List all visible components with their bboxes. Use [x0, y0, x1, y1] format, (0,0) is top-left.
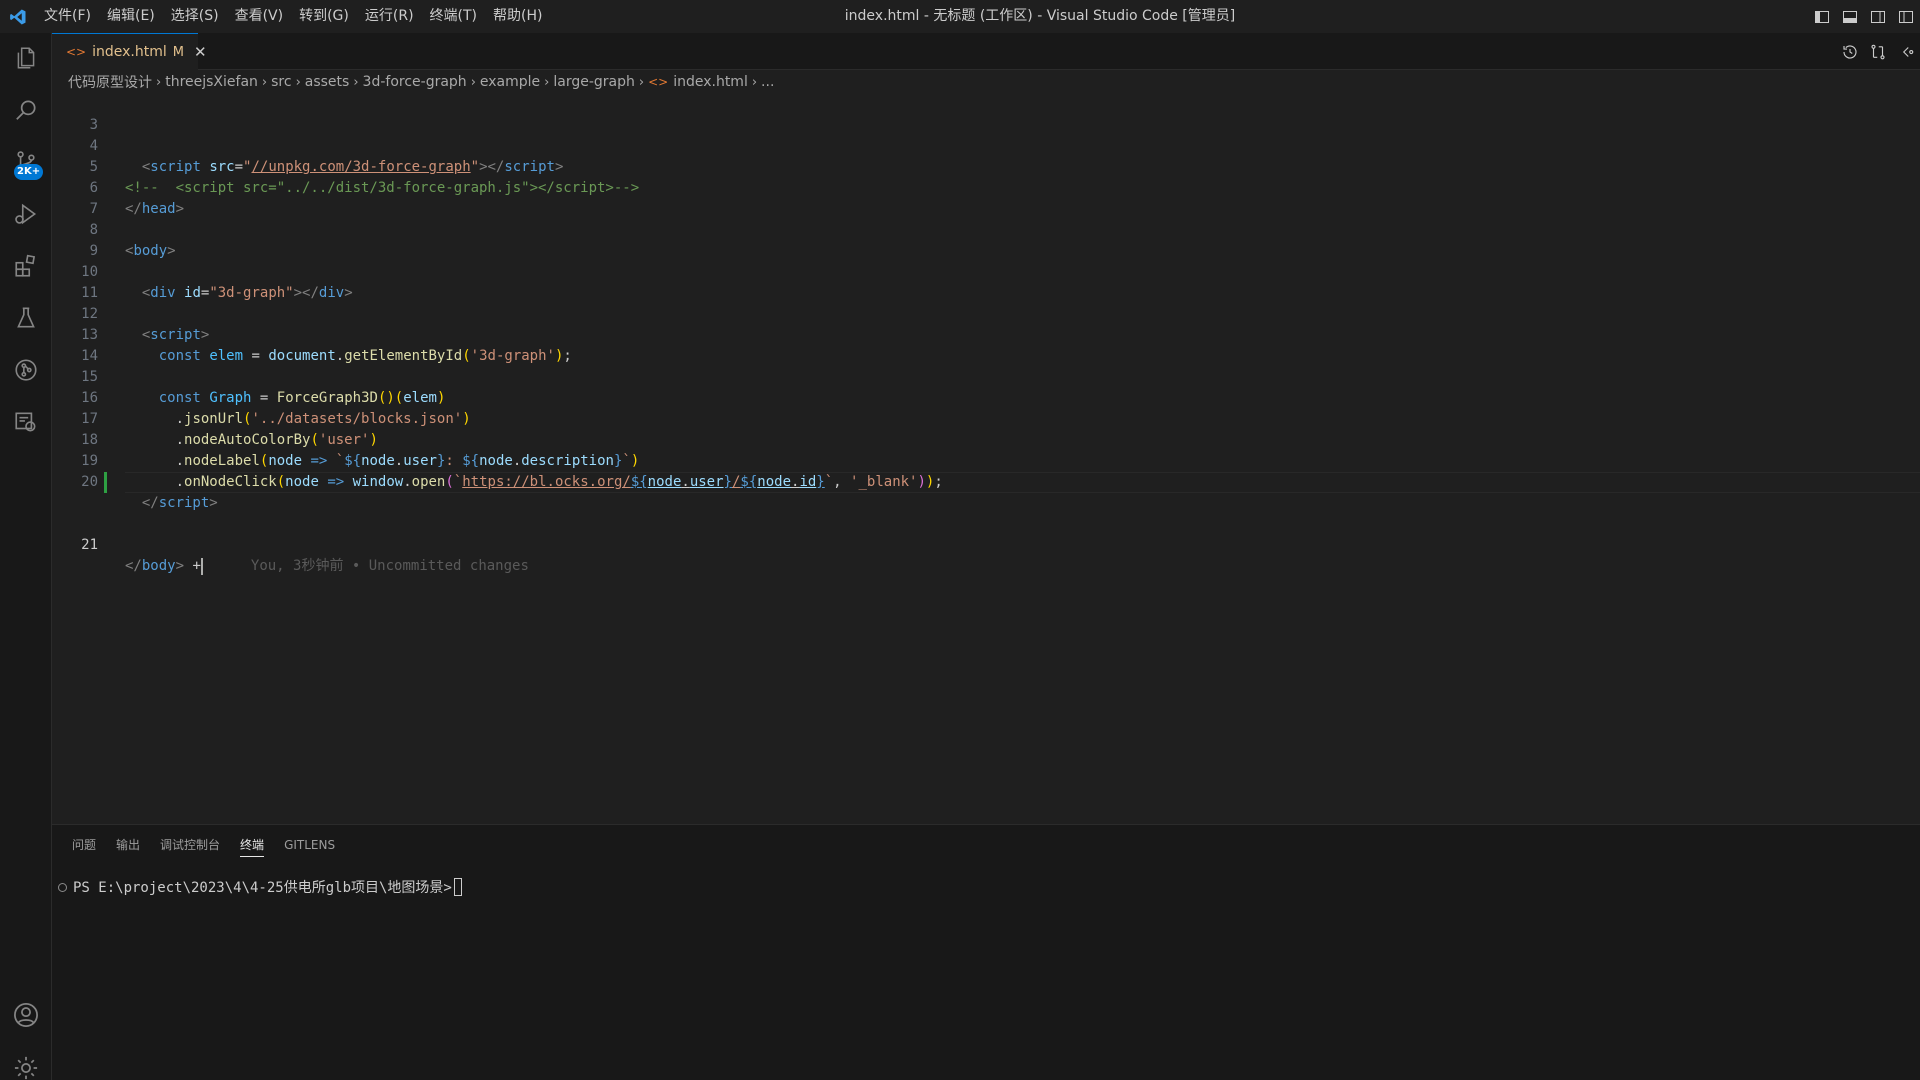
terminal-cursor — [453, 878, 462, 896]
breadcrumb-item[interactable]: 代码原型设计 — [68, 72, 152, 92]
git-added-gutter — [104, 472, 107, 493]
code-line: 12 <script> — [52, 283, 1920, 343]
timeline-history-icon[interactable] — [1836, 33, 1864, 70]
breadcrumb-item[interactable]: example — [480, 74, 540, 90]
tab-gitlens[interactable]: GITLENS — [284, 825, 335, 865]
panel-tabs: 问题 输出 调试控制台 终端 GITLENS — [62, 825, 345, 865]
chevron-right-icon: › — [470, 74, 476, 90]
editor-tab-bar: <> index.html M ✕ — [52, 33, 1920, 70]
toggle-secondary-sidebar-icon[interactable] — [1864, 0, 1892, 33]
chevron-right-icon: › — [156, 74, 162, 90]
text-cursor — [200, 557, 203, 575]
html-file-icon: <> — [648, 75, 669, 89]
terminal[interactable]: PS E:\project\2023\4\4-25供电所glb项目\地图场景> — [58, 877, 462, 897]
breadcrumb-file[interactable]: index.html — [673, 74, 748, 90]
code-editor[interactable]: 3 4 <script src="//unpkg.com/3d-force-gr… — [52, 94, 1920, 824]
breadcrumb-item[interactable]: 3d-force-graph — [363, 74, 467, 90]
menu-edit[interactable]: 编辑(E) — [99, 0, 163, 33]
menu-run[interactable]: 运行(R) — [357, 0, 422, 33]
code-line: 20 </script> — [52, 451, 1920, 511]
breadcrumb-item[interactable]: assets — [305, 74, 350, 90]
toggle-panel-icon[interactable] — [1836, 0, 1864, 33]
menu-bar: 文件(F) 编辑(E) 选择(S) 查看(V) 转到(G) 运行(R) 终端(T… — [36, 0, 550, 33]
code-line: 9 — [52, 220, 1920, 259]
code-line: 16 .jsonUrl('../datasets/blocks.json') — [52, 367, 1920, 427]
gitlens-inline-blame: You, 3秒钟前 • Uncommitted changes — [250, 558, 529, 574]
compare-changes-icon[interactable] — [1864, 33, 1892, 70]
code-line: 17 .nodeAutoColorBy('user') — [52, 388, 1920, 448]
code-line: 14 — [52, 325, 1920, 364]
code-line: 18 .nodeLabel(node => `${node.user}: ${n… — [52, 409, 1920, 469]
breadcrumb-item[interactable]: src — [271, 74, 291, 90]
code-line: 10 <div id="3d-graph"></div> — [52, 241, 1920, 301]
tab-index-html[interactable]: <> index.html M ✕ — [52, 33, 207, 70]
code-line: 15 const Graph = ForceGraph3D()(elem) — [52, 346, 1920, 406]
extensions-icon[interactable] — [0, 241, 52, 291]
tab-problems[interactable]: 问题 — [72, 825, 96, 865]
layout-controls — [1808, 0, 1920, 33]
menu-help[interactable]: 帮助(H) — [485, 0, 550, 33]
breadcrumb-item[interactable]: large-graph — [553, 74, 635, 90]
remote-explorer-icon[interactable] — [0, 397, 52, 447]
bottom-panel: 问题 输出 调试控制台 终端 GITLENS PS E:\project\202… — [52, 824, 1920, 1080]
tab-label: index.html — [92, 44, 167, 60]
code-line: 8 <body> — [52, 199, 1920, 259]
chevron-right-icon: › — [638, 74, 645, 90]
tab-terminal[interactable]: 终端 — [240, 825, 265, 865]
code-line: 6 </head> — [52, 157, 1920, 217]
tab-debug-console[interactable]: 调试控制台 — [160, 825, 220, 865]
search-icon[interactable] — [0, 85, 52, 135]
breadcrumb: 代码原型设计 › threejsXiefan › src › assets › … — [52, 70, 1920, 94]
html-file-icon: <> — [66, 45, 87, 59]
code-line: 19 .onNodeClick(node => window.open(`htt… — [52, 430, 1920, 490]
code-line: 11 — [52, 262, 1920, 301]
tab-output[interactable]: 输出 — [116, 825, 140, 865]
modified-indicator: M — [172, 44, 184, 60]
code-line: 13 const elem = document.getElementById(… — [52, 304, 1920, 364]
chevron-right-icon: › — [261, 74, 268, 90]
breadcrumb-symbol[interactable]: ... — [761, 74, 774, 90]
chevron-right-icon: › — [751, 74, 758, 90]
customize-layout-icon[interactable] — [1892, 0, 1920, 33]
more-actions-icon[interactable] — [1892, 33, 1920, 70]
manage-gear-icon[interactable] — [0, 1043, 52, 1080]
run-debug-icon[interactable] — [0, 189, 52, 239]
chevron-right-icon: › — [295, 74, 301, 90]
activity-bar: 2K+ — [0, 33, 52, 1080]
code-line: 5 <!-- <script src="../../dist/3d-force-… — [52, 136, 1920, 196]
title-bar: 文件(F) 编辑(E) 选择(S) 查看(V) 转到(G) 运行(R) 终端(T… — [0, 0, 1920, 33]
menu-go[interactable]: 转到(G) — [291, 0, 357, 33]
chevron-right-icon: › — [544, 74, 550, 90]
menu-view[interactable]: 查看(V) — [227, 0, 292, 33]
code-line: 3 — [52, 94, 1920, 133]
chevron-right-icon: › — [353, 74, 359, 90]
close-icon[interactable]: ✕ — [194, 43, 207, 61]
menu-file[interactable]: 文件(F) — [36, 0, 99, 33]
breadcrumb-item[interactable]: threejsXiefan — [165, 74, 258, 90]
menu-selection[interactable]: 选择(S) — [163, 0, 227, 33]
scm-badge: 2K+ — [14, 164, 44, 180]
explorer-icon[interactable] — [0, 33, 52, 83]
code-line: 4 <script src="//unpkg.com/3d-force-grap… — [52, 115, 1920, 175]
line-code: </body> + You, 3秒钟前 • Uncommitted changes — [125, 557, 529, 575]
vscode-logo-icon — [0, 0, 36, 33]
line-number: 21 — [81, 537, 98, 553]
gitlens-icon[interactable] — [0, 345, 52, 395]
menu-terminal[interactable]: 终端(T) — [422, 0, 485, 33]
line-code: </script> — [141, 495, 218, 511]
current-code-line: 21 </body> + You, 3秒钟前 • Uncommitted chan… — [52, 472, 1920, 575]
accounts-icon[interactable] — [0, 990, 52, 1040]
command-decoration-icon — [58, 882, 67, 892]
code-line: 7 — [52, 178, 1920, 217]
current-line-highlight — [125, 472, 1920, 493]
testing-icon[interactable] — [0, 293, 52, 343]
terminal-prompt: PS E:\project\2023\4\4-25供电所glb项目\地图场景> — [73, 880, 452, 896]
editor-actions — [1836, 33, 1920, 70]
toggle-primary-sidebar-icon[interactable] — [1808, 0, 1836, 33]
